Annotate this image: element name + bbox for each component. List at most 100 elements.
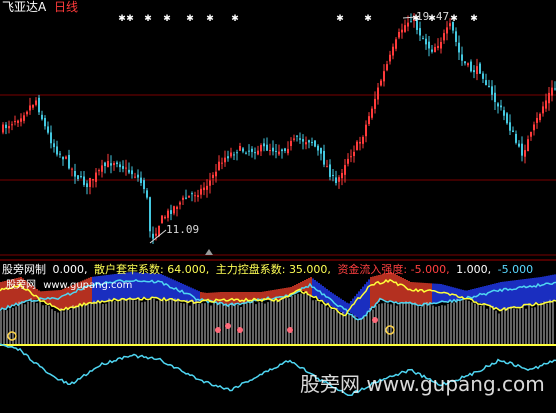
candle-body — [437, 45, 439, 48]
candle-body — [347, 158, 349, 164]
fill-bar — [464, 290, 466, 299]
candle-body — [506, 113, 508, 124]
low-price-label: 11.09 — [166, 224, 199, 236]
fill-bar — [222, 292, 224, 304]
candle-body — [8, 126, 10, 129]
candle-body — [359, 141, 361, 144]
fill-bar — [434, 283, 436, 304]
candle-body — [224, 157, 226, 163]
candle-body — [293, 138, 295, 140]
fill-bar — [416, 282, 418, 305]
candle-body — [233, 154, 235, 156]
fill-bar — [172, 279, 174, 301]
fill-bar — [226, 292, 228, 305]
candle-body — [383, 71, 385, 82]
candle-body — [35, 100, 37, 105]
fill-bar — [498, 282, 500, 310]
fill-bar — [552, 274, 554, 301]
fill-bar — [548, 275, 550, 302]
fill-bar — [510, 280, 512, 309]
indicator-legend: 股旁网制 0.000, 散户套牢系数: 64.000, 主力控盘系数: 35.0… — [2, 264, 533, 276]
candle-body — [200, 188, 202, 195]
candle-body — [227, 156, 229, 159]
fill-bar — [142, 272, 144, 299]
fill-bar — [358, 291, 360, 319]
fill-bar — [402, 278, 404, 303]
candle-body — [248, 150, 250, 152]
candle-body — [86, 183, 88, 188]
candle-body — [368, 116, 370, 124]
candle-body — [356, 141, 358, 151]
fill-bar — [236, 292, 238, 304]
high-price-value: 19.47 — [416, 10, 450, 23]
candle-body — [512, 130, 514, 133]
fill-bar — [414, 282, 416, 305]
candle-body — [500, 105, 502, 108]
candle-body — [131, 170, 133, 175]
candle-body — [257, 150, 259, 155]
candle-body — [284, 148, 286, 151]
fill-bar — [352, 298, 354, 315]
candle-body — [41, 114, 43, 120]
fill-bar — [428, 283, 430, 304]
fill-bar — [526, 278, 528, 306]
candle-body — [323, 150, 325, 165]
fill-bar — [234, 292, 236, 305]
candle-body — [137, 174, 139, 178]
fill-bar — [418, 282, 420, 305]
candle-body — [236, 152, 238, 154]
candle-body — [20, 118, 22, 122]
candle-body — [143, 180, 145, 190]
candle-body — [80, 176, 82, 178]
candle-body — [464, 61, 466, 64]
candle-body — [473, 70, 475, 73]
candle-body — [365, 124, 367, 137]
chart-canvas[interactable]: ✱ ✱ ✱ ✱ ✱ ✱ ✱ ✱ ✱ ✱ ✱ ✱ ✱ — [0, 0, 556, 409]
fill-bar — [384, 273, 386, 301]
fill-bar — [392, 273, 394, 302]
fill-bar — [550, 275, 552, 302]
candle-body — [95, 172, 97, 182]
candle-body — [287, 148, 289, 154]
fill-bar — [354, 296, 356, 316]
candle-body — [29, 105, 31, 111]
fill-bar — [228, 292, 230, 305]
candle-body — [281, 149, 283, 152]
watermark: 股旁网 www.gupang.com — [300, 372, 545, 396]
fill-bar — [394, 274, 396, 302]
fill-bar — [372, 276, 374, 308]
candle-body — [299, 138, 301, 140]
candle-body — [329, 164, 331, 177]
fill-bar — [148, 273, 150, 299]
candle-body — [125, 167, 127, 169]
candle-body — [278, 151, 280, 155]
fill-bar — [432, 283, 434, 304]
fill-bar — [338, 297, 340, 311]
fill-bar — [496, 283, 498, 309]
candle-body — [548, 92, 550, 104]
candle-body — [392, 46, 394, 56]
fill-bar — [386, 273, 388, 301]
fill-bar — [140, 272, 142, 299]
fill-bar — [474, 288, 476, 302]
candle-body — [314, 140, 316, 147]
fill-bar — [46, 290, 48, 303]
candle-body — [521, 143, 523, 156]
candle-body — [122, 166, 124, 169]
fill-bar — [482, 286, 484, 304]
fill-bar — [2, 281, 4, 310]
fill-bar — [156, 273, 158, 299]
candle-body — [536, 117, 538, 123]
fill-bar — [530, 278, 532, 305]
candle-body — [377, 87, 379, 100]
fill-bar — [514, 280, 516, 308]
candle-body — [398, 31, 400, 38]
candle-body — [62, 156, 64, 160]
candle-body — [23, 115, 25, 121]
fill-bar — [144, 272, 146, 299]
candle-body — [74, 171, 76, 177]
candle-body — [134, 176, 136, 178]
fill-bar — [534, 277, 536, 305]
candle-body — [119, 164, 121, 168]
fill-bar — [532, 278, 534, 305]
